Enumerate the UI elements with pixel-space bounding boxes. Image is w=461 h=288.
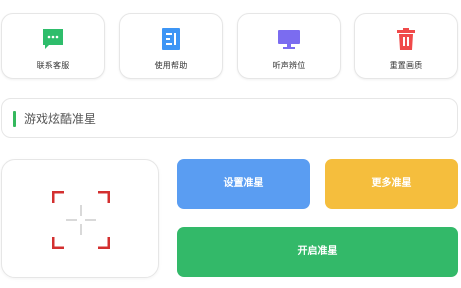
crosshair-icon <box>52 191 110 249</box>
contact-support-card[interactable]: 联系客服 <box>1 13 105 79</box>
banner-title: 游戏炫酷准星 <box>24 112 97 126</box>
chat-icon <box>43 29 63 49</box>
sound-locate-label: 听声辨位 <box>272 61 306 70</box>
sound-locate-card[interactable]: 听声辨位 <box>237 13 341 79</box>
more-crosshair-button[interactable]: 更多准星 <box>325 159 458 209</box>
set-crosshair-button[interactable]: 设置准星 <box>177 159 310 209</box>
reset-quality-card[interactable]: 重置画质 <box>354 13 458 79</box>
help-label: 使用帮助 <box>154 61 188 70</box>
help-card[interactable]: 使用帮助 <box>119 13 223 79</box>
trash-icon <box>397 28 415 50</box>
banner-accent-bar <box>13 111 16 127</box>
crosshair-preview[interactable] <box>1 159 159 278</box>
section-banner: 游戏炫酷准星 <box>1 98 458 138</box>
monitor-icon <box>278 30 300 49</box>
open-crosshair-button[interactable]: 开启准星 <box>177 227 458 277</box>
contact-support-label: 联系客服 <box>36 61 70 70</box>
reset-quality-label: 重置画质 <box>389 61 423 70</box>
help-doc-icon <box>162 28 180 50</box>
